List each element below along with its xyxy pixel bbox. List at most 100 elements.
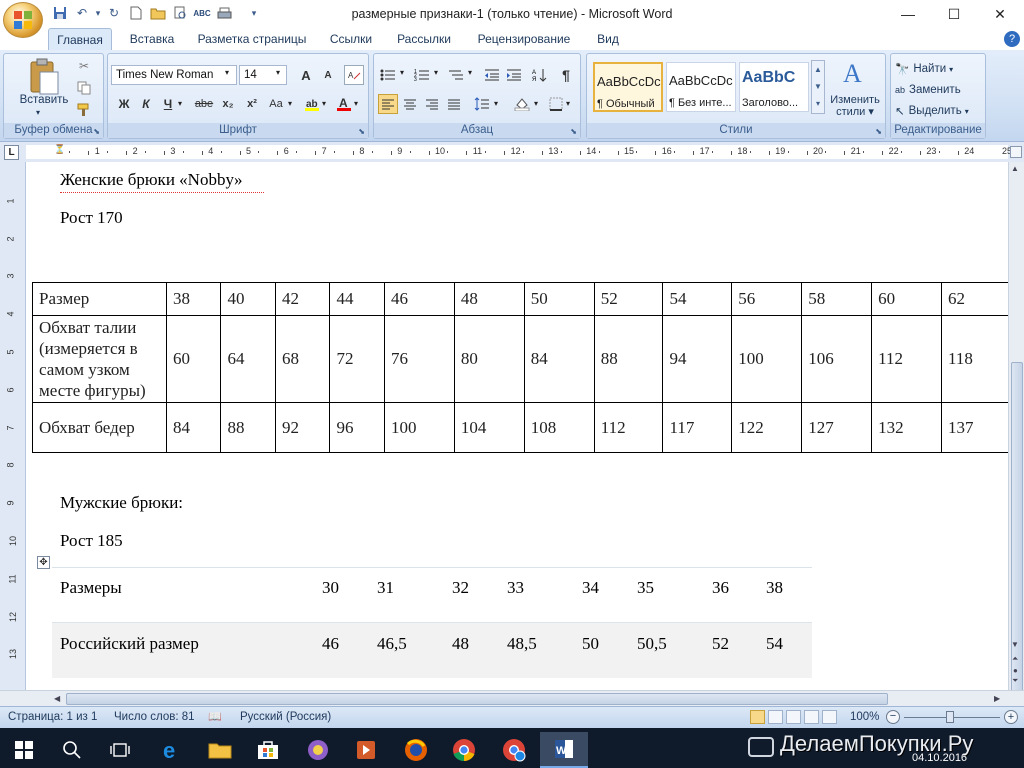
- vertical-scrollbar[interactable]: ▲ ▼ ⏶ ● ⏷: [1008, 162, 1024, 692]
- scroll-up-icon[interactable]: ▲: [1011, 164, 1019, 173]
- strikethrough-button[interactable]: abe: [194, 94, 214, 114]
- firefox-icon[interactable]: [392, 732, 440, 768]
- women-size-table[interactable]: Размер 38 40 42 44 46 48 50 52 54 56 58 …: [32, 282, 1012, 453]
- edge-icon[interactable]: e: [148, 732, 196, 768]
- align-left-icon[interactable]: [378, 94, 398, 114]
- change-case-button[interactable]: Аа: [266, 94, 286, 114]
- underline-button[interactable]: Ч: [158, 94, 178, 114]
- paste-dropdown-icon[interactable]: ▾: [36, 108, 40, 117]
- full-screen-view-icon[interactable]: [768, 710, 783, 724]
- zoom-level[interactable]: 100%: [850, 711, 879, 723]
- chrome-profile-icon[interactable]: [490, 732, 538, 768]
- scroll-right-icon[interactable]: ▶: [994, 694, 1000, 703]
- copy-icon[interactable]: [74, 78, 94, 98]
- tab-references[interactable]: Ссылки: [322, 28, 380, 51]
- italic-button[interactable]: К: [136, 94, 156, 114]
- font-color-dropdown-icon[interactable]: ▾: [354, 99, 358, 108]
- font-color-icon[interactable]: A: [334, 94, 354, 114]
- font-size-dropdown-icon[interactable]: ▾: [276, 68, 280, 77]
- change-styles-icon[interactable]: A: [831, 58, 879, 88]
- taskbar-date[interactable]: 04.10.2016: [912, 752, 967, 764]
- align-center-icon[interactable]: [400, 94, 420, 114]
- print-layout-view-icon[interactable]: [750, 710, 765, 724]
- view-ruler-icon[interactable]: [1010, 146, 1022, 158]
- chrome-icon[interactable]: [440, 732, 488, 768]
- prev-page-icon[interactable]: ⏶: [1012, 654, 1018, 664]
- multilevel-dropdown-icon[interactable]: ▾: [468, 68, 472, 77]
- tab-page-layout[interactable]: Разметка страницы: [192, 28, 312, 51]
- font-launcher-icon[interactable]: ⬊: [358, 127, 365, 136]
- style-heading[interactable]: AaBbC Заголово...: [739, 62, 809, 112]
- clear-formatting-icon[interactable]: A: [344, 65, 364, 85]
- table-move-handle-icon[interactable]: ✥: [37, 556, 50, 569]
- bold-button[interactable]: Ж: [114, 94, 134, 114]
- bullets-icon[interactable]: [378, 65, 398, 85]
- zoom-out-icon[interactable]: −: [886, 710, 900, 724]
- show-marks-button[interactable]: ¶: [556, 65, 576, 85]
- style-normal[interactable]: AaBbCcDc ¶ Обычный: [593, 62, 663, 112]
- underline-dropdown-icon[interactable]: ▾: [178, 99, 182, 108]
- highlight-dropdown-icon[interactable]: ▾: [322, 99, 326, 108]
- shading-dropdown-icon[interactable]: ▾: [534, 99, 538, 108]
- clipboard-launcher-icon[interactable]: ⬊: [93, 127, 100, 136]
- spelling-icon[interactable]: ABC: [193, 5, 210, 21]
- undo-dropdown-icon[interactable]: ▾: [90, 5, 106, 21]
- close-button[interactable]: ✕: [977, 0, 1023, 28]
- undo-icon[interactable]: ↶: [74, 5, 90, 21]
- numbering-dropdown-icon[interactable]: ▾: [434, 68, 438, 77]
- zoom-slider-thumb[interactable]: [946, 711, 954, 723]
- borders-icon[interactable]: [546, 94, 566, 114]
- print-icon[interactable]: [216, 5, 232, 21]
- browse-object-icon[interactable]: ●: [1013, 666, 1018, 675]
- office-button[interactable]: [3, 2, 43, 38]
- replace-button[interactable]: ab Заменить: [895, 81, 985, 99]
- paragraph-launcher-icon[interactable]: ⬊: [570, 127, 577, 136]
- font-name-select[interactable]: Times New Roman: [111, 65, 237, 85]
- help-icon[interactable]: ?: [1004, 31, 1020, 47]
- task-view-icon[interactable]: [96, 732, 144, 768]
- maximize-button[interactable]: ☐: [931, 0, 977, 28]
- change-case-dropdown-icon[interactable]: ▾: [288, 99, 292, 108]
- superscript-button[interactable]: x²: [242, 94, 262, 114]
- styles-scroll[interactable]: ▲ ▼ ▾: [811, 60, 825, 114]
- borders-dropdown-icon[interactable]: ▾: [566, 99, 570, 108]
- horizontal-scrollbar[interactable]: ◀ ▶: [0, 690, 1024, 706]
- new-document-icon[interactable]: [128, 5, 144, 21]
- web-layout-view-icon[interactable]: [786, 710, 801, 724]
- align-right-icon[interactable]: [422, 94, 442, 114]
- proofing-icon[interactable]: 📖: [208, 710, 222, 723]
- format-painter-icon[interactable]: [74, 100, 94, 120]
- search-icon[interactable]: [48, 732, 96, 768]
- select-button[interactable]: ↖ Выделить ▾: [895, 102, 985, 120]
- sort-icon[interactable]: АЯ: [530, 65, 550, 85]
- subscript-button[interactable]: x₂: [218, 94, 238, 114]
- men-size-table[interactable]: Размеры 30 31 32 33 34 35 36 38 Российск…: [52, 568, 812, 678]
- tab-home[interactable]: Главная: [48, 28, 112, 51]
- line-spacing-icon[interactable]: [472, 94, 492, 114]
- redo-icon[interactable]: ↻: [106, 5, 122, 21]
- style-no-spacing[interactable]: AaBbCcDc ¶ Без инте...: [666, 62, 736, 112]
- minimize-button[interactable]: —: [885, 0, 931, 28]
- numbering-icon[interactable]: 123: [412, 65, 432, 85]
- tab-mailings[interactable]: Рассылки: [392, 28, 456, 51]
- cut-icon[interactable]: ✂: [74, 56, 94, 76]
- shrink-font-button[interactable]: A: [318, 65, 338, 85]
- change-styles-button[interactable]: Изменить стили ▾: [825, 94, 885, 118]
- word-count[interactable]: Число слов: 81: [114, 711, 195, 723]
- page-count[interactable]: Страница: 1 из 1: [8, 711, 97, 723]
- bullets-dropdown-icon[interactable]: ▾: [400, 68, 404, 77]
- find-button[interactable]: 🔭 Найти ▾: [895, 60, 985, 78]
- word-taskbar-icon[interactable]: W: [540, 732, 588, 768]
- scroll-down-icon[interactable]: ▼: [1011, 640, 1019, 649]
- horizontal-scroll-thumb[interactable]: [66, 693, 888, 705]
- next-page-icon[interactable]: ⏷: [1012, 676, 1018, 686]
- zoom-in-icon[interactable]: +: [1004, 710, 1018, 724]
- photos-app-icon[interactable]: [294, 732, 342, 768]
- start-icon[interactable]: [0, 732, 48, 768]
- paste-button[interactable]: Вставить: [12, 94, 76, 106]
- print-preview-icon[interactable]: [172, 5, 188, 21]
- tab-view[interactable]: Вид: [590, 28, 626, 51]
- font-name-dropdown-icon[interactable]: ▾: [225, 68, 229, 77]
- increase-indent-icon[interactable]: [504, 65, 524, 85]
- language[interactable]: Русский (Россия): [240, 711, 331, 723]
